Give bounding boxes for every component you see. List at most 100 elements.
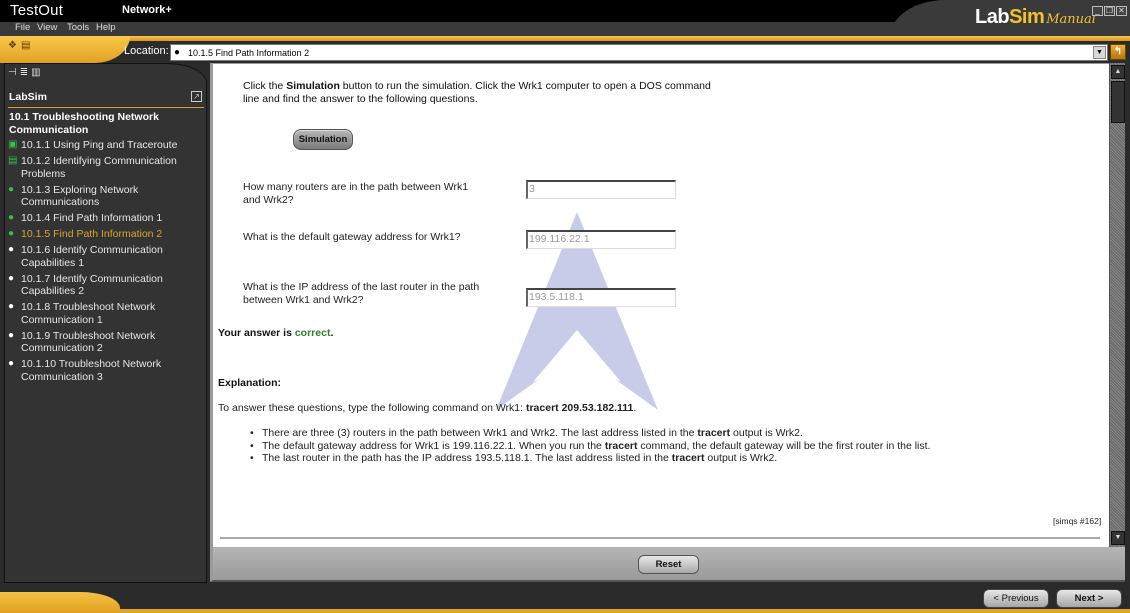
result-status: correct [294,327,331,339]
lab-icon: ● [8,358,15,369]
footer-gold-tab [0,592,120,613]
location-dropdown[interactable]: ● 10.1.5 Find Path Information 2 ▼ [170,44,1108,61]
button-bar: Reset [210,547,1125,582]
menu-tools[interactable]: Tools [67,22,89,33]
explanation-bullet: The default gateway address for Wrk1 is … [248,440,1068,453]
bullet-bold: tracert [697,427,731,439]
product-name: Network+ [122,4,172,16]
list-icon[interactable]: ≣ [20,67,28,78]
menu-bar: File View Tools Help [0,22,900,36]
reference-id: [simqs #162] [1053,516,1102,526]
window-controls: _ ❐ ✕ [1092,6,1127,16]
explanation-command: tracert 209.53.182.111 [525,402,634,414]
bullet-text: There are three (3) routers in the path … [262,427,698,439]
go-up-button[interactable]: ↰ [1110,44,1126,60]
bullet-bold: tracert [671,452,705,464]
sidebar-title: LabSim [9,91,47,103]
answer-2-input[interactable]: 199.116.22.1 [526,230,676,249]
menu-file[interactable]: File [15,22,30,33]
toolbar-icons: ❖ ▤ [8,41,31,51]
lab-done-icon: ● [8,212,15,223]
explanation-list: There are three (3) routers in the path … [248,427,1068,465]
logo-manual: Manual [1046,12,1096,27]
bullet-bold: tracert [604,439,638,452]
video-icon: ▣ [8,139,18,150]
sidebar-item-label: 10.1.8 Troubleshoot Network Communicatio… [21,301,156,326]
explanation-bullet: The last router in the path has the IP a… [248,452,1068,465]
sidebar-item-10-1-7[interactable]: ● 10.1.7 Identify Communication Capabilit… [8,273,203,298]
document-icon: ▤ [8,155,18,166]
scroll-thumb[interactable] [1111,81,1125,123]
divider [220,537,1100,539]
answer-3-input[interactable]: 193.5.118.1 [526,288,676,307]
scroll-down-icon[interactable]: ▼ [1111,531,1125,545]
sidebar-item-10-1-2[interactable]: ▤ 10.1.2 Identifying Communication Proble… [8,155,203,180]
sidebar-list: ▣ 10.1.1 Using Ping and Traceroute ▤ 10.1.… [8,139,203,387]
question-2: What is the default gateway address for … [243,231,461,243]
reset-button[interactable]: Reset [638,555,699,574]
bullet-text: command, the default gateway will be the… [637,439,931,452]
previous-button[interactable]: < Previous [983,589,1049,608]
answer-1-input[interactable]: 3 [526,180,676,199]
intro-bold: Simulation [286,80,340,92]
scroll-up-icon[interactable]: ▲ [1111,65,1125,79]
simulation-button[interactable]: Simulation [293,129,353,150]
sidebar-item-10-1-8[interactable]: ● 10.1.8 Troubleshoot Network Communicati… [8,301,203,326]
explanation-text: To answer these questions, type the foll… [218,402,526,414]
logo-lab: Lab [975,6,1010,28]
bullet-text: output is Wrk2. [730,427,803,439]
close-button[interactable]: ✕ [1116,6,1127,16]
sidebar-item-label: 10.1.4 Find Path Information 1 [21,212,163,224]
tree-icon[interactable]: ⊣ [8,67,17,78]
sidebar-item-10-1-4[interactable]: ● 10.1.4 Find Path Information 1 [8,212,203,225]
chevron-down-icon[interactable]: ▼ [1093,46,1106,59]
explanation-bullet: There are three (3) routers in the path … [248,427,1068,440]
result-prefix: Your answer is [218,327,295,339]
sidebar-item-label: 10.1.6 Identify Communication Capabiliti… [21,244,163,269]
restore-button[interactable]: ❐ [1104,6,1115,16]
sidebar-item-10-1-5[interactable]: ● 10.1.5 Find Path Information 2 [8,228,203,241]
sidebar-item-10-1-9[interactable]: ● 10.1.9 Troubleshoot Network Communicati… [8,330,203,355]
sidebar-item-10-1-6[interactable]: ● 10.1.6 Identify Communication Capabilit… [8,244,203,269]
sidebar-item-10-1-3[interactable]: ● 10.1.3 Exploring Network Communications [8,184,203,209]
bullet-text: The last router in the path has the IP a… [262,452,672,464]
explanation-intro: To answer these questions, type the foll… [218,402,636,414]
sidebar-header: LabSim ↗ [8,90,204,108]
sidebar-item-label: 10.1.2 Identifying Communication Problem… [21,155,177,180]
sidebar-item-label: 10.1.3 Exploring Network Communications [21,183,139,209]
minimize-button[interactable]: _ [1092,6,1103,16]
vertical-scrollbar[interactable]: ▲ ▼ [1109,63,1125,547]
instructions: Click the Simulation button to run the s… [243,80,713,106]
location-value: 10.1.5 Find Path Information 2 [188,47,310,58]
explanation-text: . [633,402,637,414]
lab-done-icon: ● [8,183,15,195]
print-icon[interactable]: ▤ [21,41,31,51]
sidebar-item-label: 10.1.10 Troubleshoot Network Communicati… [21,358,162,383]
lab-icon: ● [8,272,15,284]
sidebar-section-title: 10.1 Troubleshooting Network Communicati… [9,111,159,136]
bookmark-icon[interactable]: ❖ [8,41,18,51]
lab-done-icon: ● [8,228,15,239]
popout-icon[interactable]: ↗ [191,91,202,102]
book-icon[interactable]: ▥ [31,67,40,78]
lab-icon: ● [8,244,15,255]
lab-icon: ● [8,301,15,312]
sidebar-icons: ⊣ ≣ ▥ [8,67,41,78]
arrow-up-icon: ↰ [1113,46,1123,57]
sidebar-item-10-1-10[interactable]: ● 10.1.10 Troubleshoot Network Communicat… [8,358,203,383]
content-pane: Click the Simulation button to run the s… [210,63,1109,547]
result-message: Your answer is correct. [218,327,333,339]
labsim-logo: Lab Sim Manual [975,6,1096,32]
next-button[interactable]: Next > [1056,589,1122,608]
intro-text: Click the [243,80,287,92]
sidebar-item-10-1-1[interactable]: ▣ 10.1.1 Using Ping and Traceroute [8,139,203,152]
logo-sim: Sim [1009,6,1045,28]
sidebar-item-label: 10.1.1 Using Ping and Traceroute [21,139,178,151]
menu-view[interactable]: View [37,22,57,33]
lab-icon: ● [174,47,181,58]
menu-help[interactable]: Help [96,22,116,33]
footer-gold-strip [0,609,1130,613]
sidebar-item-label: 10.1.5 Find Path Information 2 [21,228,163,240]
lab-icon: ● [8,329,15,341]
question-3: What is the IP address of the last route… [243,281,480,306]
